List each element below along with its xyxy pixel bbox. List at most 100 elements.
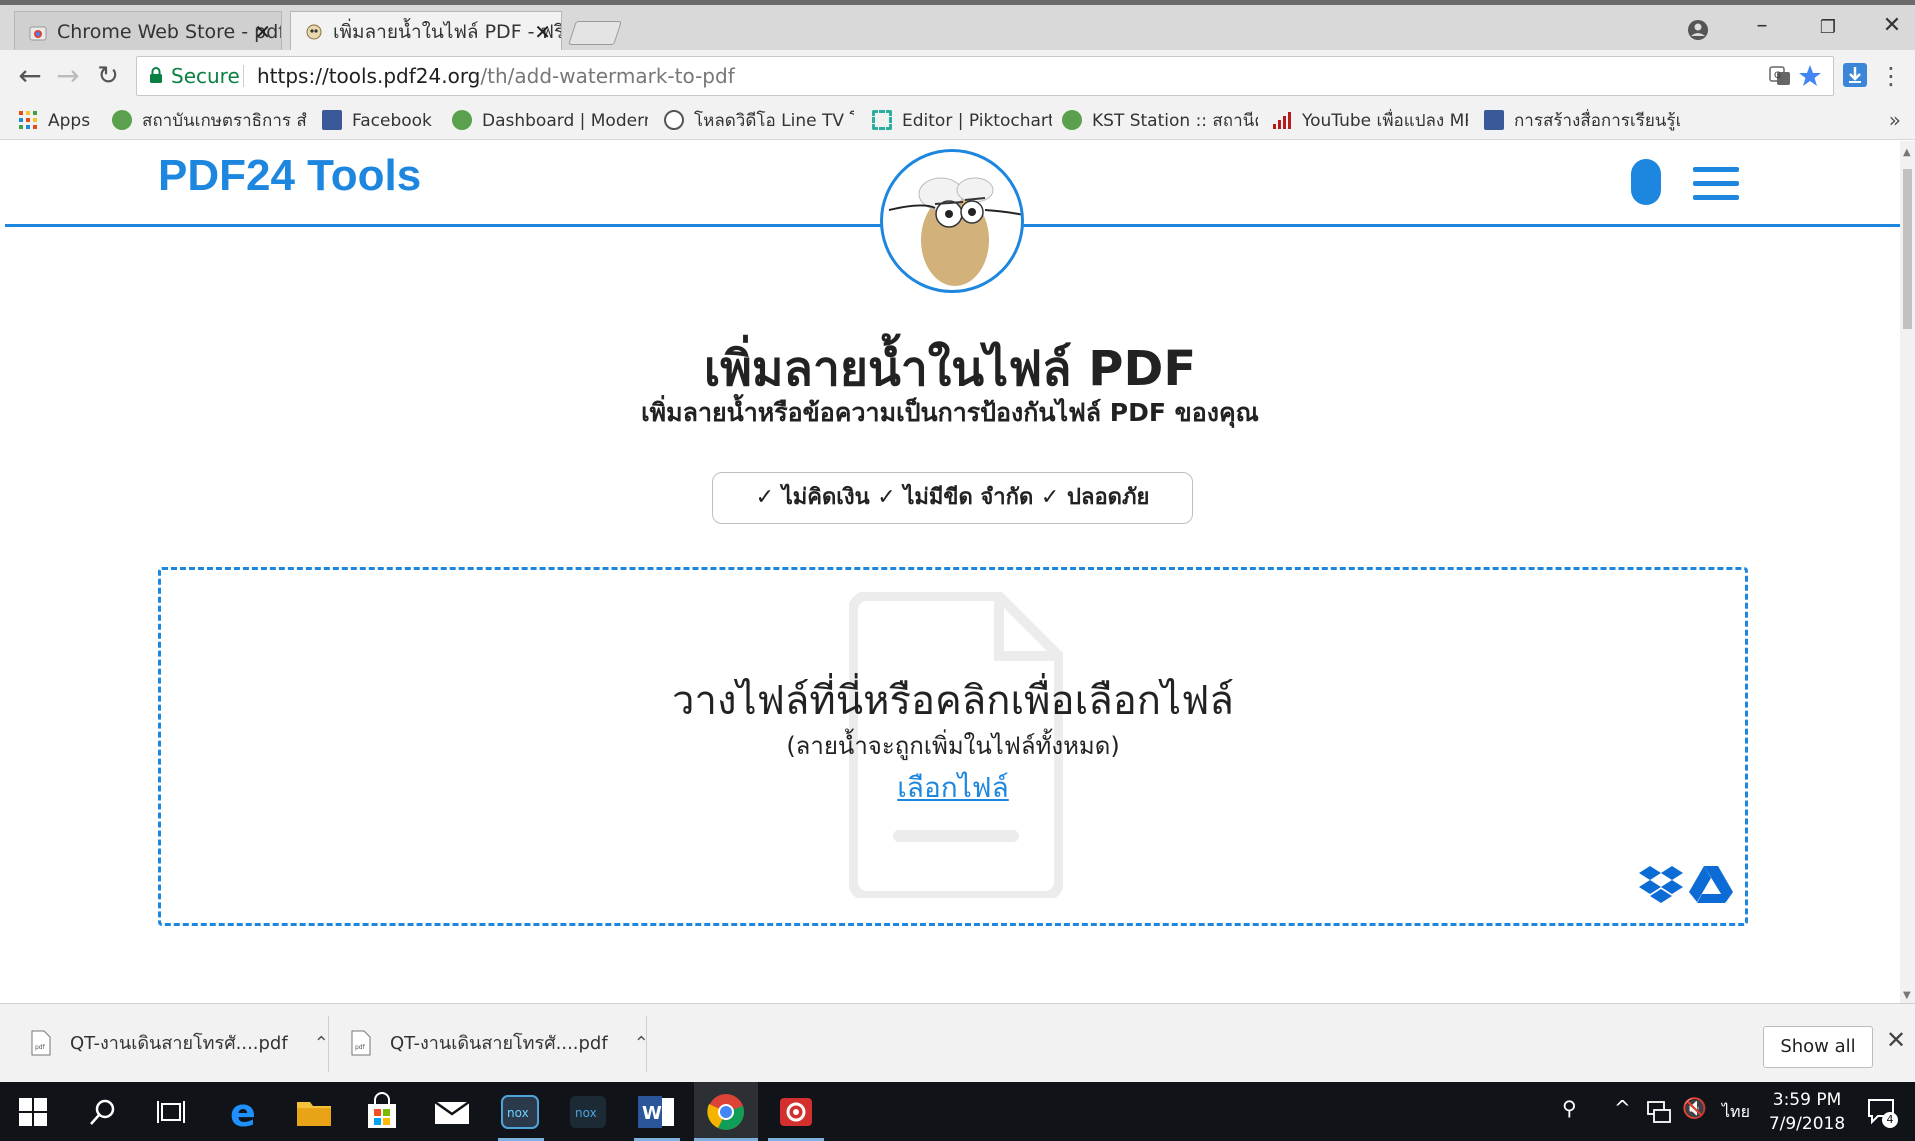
site-logo[interactable]: PDF24 Tools	[158, 151, 421, 201]
restore-icon[interactable]: ❐	[1808, 17, 1848, 38]
pdf24-mascot-logo	[880, 149, 1024, 293]
tab-title: Chrome Web Store - pdf	[57, 21, 282, 43]
bookmarks-bar: Apps สถาบันเกษตราธิการ สำ Facebook Dashb…	[0, 102, 1915, 140]
dropzone-instruction: วางไฟล์ที่นี่หรือคลิกเพื่อเลือกไฟล์	[672, 678, 1234, 724]
svg-text:G: G	[1774, 71, 1781, 81]
download-item[interactable]: pdf QT-งานเดินสายโทรศั....pdf ⌃	[320, 1022, 649, 1066]
bookmark-apps[interactable]: Apps	[18, 109, 102, 133]
pdf-file-icon: pdf	[31, 1030, 51, 1056]
dropzone-note: (ลายน้ำจะถูกเพิ่มในไฟล์ทั้งหมด)	[786, 732, 1120, 760]
bookmark-star-icon[interactable]	[1797, 63, 1823, 89]
svg-text:W: W	[642, 1103, 662, 1124]
bookmark-item[interactable]: สถาบันเกษตราธิการ สำ	[112, 109, 308, 133]
bookmark-item[interactable]: YouTube เพื่อแปลง MP	[1272, 109, 1468, 133]
bookmarks-overflow-icon[interactable]: »	[1889, 108, 1901, 132]
menu-icon[interactable]	[1693, 167, 1739, 201]
bookmark-item[interactable]: การสร้างสื่อการเรียนรู้แบ	[1484, 109, 1680, 133]
translate-icon[interactable]: G	[1767, 63, 1793, 89]
download-filename: QT-งานเดินสายโทรศั....pdf	[70, 1033, 288, 1054]
tab-close-icon[interactable]: ✕	[534, 12, 551, 51]
nox-multi-icon[interactable]: nox	[568, 1092, 608, 1132]
bookmark-item[interactable]: Dashboard | Modern	[452, 109, 648, 133]
tray-overflow-icon[interactable]: ^	[1614, 1096, 1631, 1120]
scrollbar-thumb[interactable]	[1903, 169, 1912, 329]
minimize-icon[interactable]: –	[1742, 13, 1782, 38]
back-icon[interactable]: ←	[12, 60, 48, 92]
show-all-button[interactable]: Show all	[1763, 1026, 1873, 1068]
bookmark-facebook[interactable]: Facebook	[322, 109, 438, 133]
chrome-menu-icon[interactable]: ⋮	[1879, 62, 1903, 90]
scroll-down-icon[interactable]: ▼	[1903, 990, 1911, 1001]
download-extension-icon[interactable]	[1842, 62, 1868, 88]
chrome-store-icon	[29, 26, 47, 41]
page-viewport: PDF24 Tools เพิ่มลายน้ำในไฟล์ PDF เพิ่มล…	[0, 141, 1900, 1003]
file-dropzone[interactable]: วางไฟล์ที่นี่หรือคลิกเพื่อเลือกไฟล์ (ลาย…	[158, 567, 1748, 926]
chrome-icon[interactable]	[706, 1092, 746, 1132]
bookmark-label: สถาบันเกษตราธิการ สำ	[142, 111, 308, 131]
clock-icon	[664, 110, 684, 130]
action-center-icon[interactable]: 4	[1866, 1096, 1898, 1128]
bookmark-item[interactable]: Editor | Piktochart	[872, 109, 1052, 133]
window-close-icon[interactable]: ✕	[1872, 13, 1912, 38]
download-shelf: pdf QT-งานเดินสายโทรศั....pdf ⌃ pdf QT-งา…	[0, 1003, 1915, 1082]
facebook-icon	[322, 110, 342, 130]
close-shelf-icon[interactable]: ✕	[1886, 1026, 1906, 1054]
scroll-up-icon[interactable]: ▲	[1903, 147, 1911, 158]
mascot-icon	[888, 177, 1021, 286]
equalizer-icon	[1273, 112, 1291, 129]
tab-close-icon[interactable]: ✕	[254, 12, 271, 51]
mail-icon[interactable]	[432, 1092, 472, 1132]
choose-file-link[interactable]: เลือกไฟล์	[161, 766, 1745, 810]
choose-file-label: เลือกไฟล์	[897, 771, 1009, 804]
store-icon[interactable]	[362, 1092, 402, 1132]
edge-browser-icon[interactable]: e	[226, 1092, 266, 1132]
volume-muted-icon[interactable]: 🔇	[1682, 1096, 1707, 1120]
pdf-app-icon[interactable]	[776, 1092, 816, 1132]
omnibox-separator	[243, 65, 244, 87]
address-bar[interactable]: Secure https://tools.pdf24.org/th/add-wa…	[136, 56, 1834, 96]
people-icon[interactable]: ⚲	[1562, 1096, 1577, 1120]
download-separator	[646, 1016, 647, 1072]
windows-taskbar: e nox nox W ⚲ ^ 🔇 ไทย 3:59 PM 7/9/2018 4	[0, 1082, 1915, 1141]
file-explorer-icon[interactable]	[294, 1092, 334, 1132]
tab-pdf24-watermark[interactable]: เพิ่มลายน้ำในไฟล์ PDF - ฟรี ✕	[290, 11, 562, 51]
word-icon[interactable]: W	[636, 1092, 676, 1132]
clock-date: 7/9/2018	[1768, 1114, 1846, 1134]
bookmark-label: YouTube เพื่อแปลง MP	[1302, 111, 1468, 131]
profile-icon[interactable]	[1687, 19, 1709, 41]
nox-player-icon[interactable]: nox	[500, 1092, 540, 1132]
task-view-icon[interactable]	[156, 1097, 186, 1127]
google-drive-icon[interactable]	[1689, 864, 1733, 904]
bookmark-label: KST Station :: สถานีค	[1092, 111, 1258, 131]
download-item[interactable]: pdf QT-งานเดินสายโทรศั....pdf ⌃	[0, 1022, 329, 1066]
tab-strip: Chrome Web Store - pdf ✕ เพิ่มลายน้ำในไฟ…	[0, 0, 1915, 51]
tab-chrome-web-store[interactable]: Chrome Web Store - pdf ✕	[14, 11, 282, 51]
facebook-icon	[1484, 110, 1504, 130]
tab-title: เพิ่มลายน้ำในไฟล์ PDF - ฟรี	[333, 21, 562, 43]
clock-time: 3:59 PM	[1772, 1090, 1842, 1110]
bookmark-item[interactable]: KST Station :: สถานีค	[1062, 109, 1258, 133]
reload-icon[interactable]: ↻	[90, 60, 126, 92]
globe-icon	[1062, 110, 1082, 130]
input-language[interactable]: ไทย	[1722, 1100, 1750, 1125]
page-scrollbar[interactable]: ▲ ▼	[1900, 141, 1915, 1003]
new-tab-button[interactable]	[568, 21, 622, 45]
browser-toolbar: ← → ↻ Secure https://tools.pdf24.org/th/…	[0, 50, 1915, 102]
network-icon[interactable]	[1646, 1100, 1672, 1124]
windows-start-icon[interactable]	[18, 1097, 48, 1127]
user-account-button[interactable]	[1631, 159, 1661, 205]
search-icon[interactable]	[88, 1097, 118, 1127]
bookmark-label: Editor | Piktochart	[902, 111, 1052, 131]
secure-label: Secure	[171, 64, 240, 88]
url-text[interactable]: https://tools.pdf24.org/th/add-watermark…	[257, 57, 735, 95]
bookmark-label: Dashboard | Modern	[482, 111, 648, 131]
globe-icon	[112, 110, 132, 130]
url-host: https://tools.pdf24.org	[257, 64, 481, 88]
page-subtitle: เพิ่มลายน้ำหรือข้อความเป็นการป้องกันไฟล์…	[641, 398, 1259, 427]
svg-text:pdf: pdf	[355, 1044, 366, 1051]
forward-icon[interactable]: →	[50, 60, 86, 92]
system-clock[interactable]: 3:59 PM 7/9/2018	[1762, 1088, 1852, 1136]
bookmark-item[interactable]: โหลดวิดีโอ Line TV โห	[664, 109, 854, 133]
url-path: /th/add-watermark-to-pdf	[480, 64, 735, 88]
dropbox-icon[interactable]	[1639, 864, 1683, 904]
